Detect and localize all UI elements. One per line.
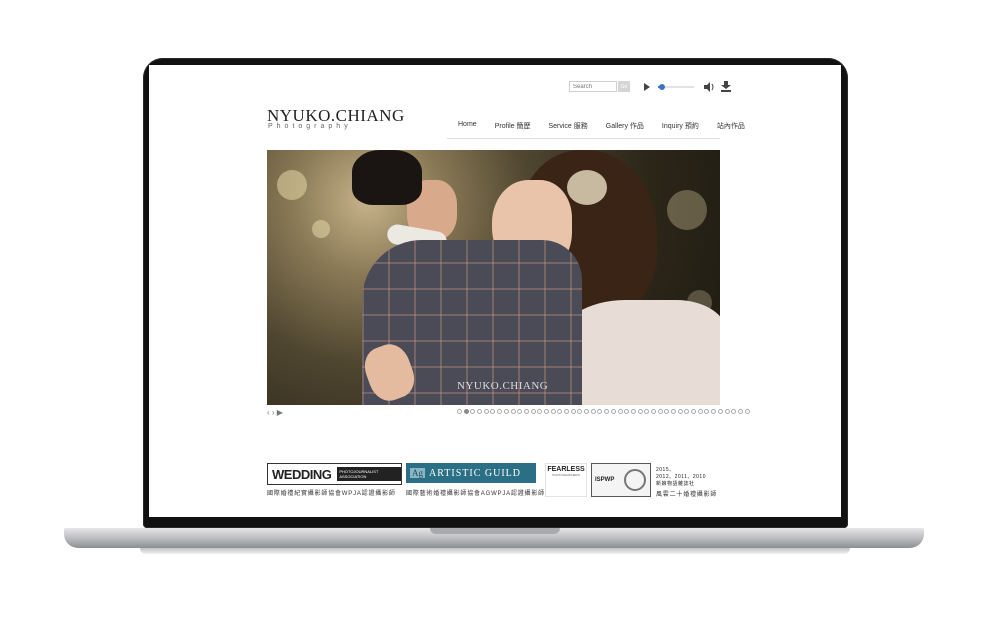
slide-dot[interactable] [624,409,630,414]
bokeh-light [277,170,307,200]
slide-dot[interactable] [704,409,710,414]
screen: Go NYUKO.CHIANG Photography Home Profile… [149,65,841,517]
top-toolbar: Go [569,81,731,92]
slide-dot[interactable] [510,409,516,414]
bokeh-light [312,220,330,238]
slide-dot[interactable] [724,409,730,414]
slide-dot[interactable] [604,409,610,414]
slide-dot[interactable] [610,409,616,414]
main-nav: Home Profile 簡歷 Service 服務 Gallery 作品 In… [449,121,754,131]
laptop-notch [430,528,560,534]
slide-dot[interactable] [644,409,650,414]
fearless-title: FEARLESS [547,466,585,473]
nav-home[interactable]: Home [458,121,477,131]
agwpja-title: ARTISTIC GUILD [429,467,522,479]
fearless-badge[interactable]: FEARLESS PHOTOGRAPHERS [545,463,587,497]
agwpja-caption: 國際藝術婚禮攝影師協會AGWPJA認證攝影師 [406,491,545,497]
slide-dot[interactable] [697,409,703,414]
slide-dot[interactable] [477,409,483,414]
slide-dot[interactable] [590,409,596,414]
slide-dot[interactable] [664,409,670,414]
laptop-foot [140,548,850,554]
volume-icon[interactable] [704,81,715,92]
nav-divider [447,138,720,139]
slide-dot[interactable] [517,409,523,414]
slide-dot[interactable] [543,409,549,414]
slide-dot[interactable] [577,409,583,414]
slide-dot[interactable] [523,409,529,414]
wpja-badge[interactable]: WEDDING PHOTOJOURNALIST ASSOCIATION [267,463,402,485]
nav-site-works[interactable]: 站內作品 [717,121,745,131]
bokeh-light [667,190,707,230]
slide-dot[interactable] [637,409,643,414]
slide-dot[interactable] [557,409,563,414]
audio-progress-bar[interactable] [658,83,694,90]
slide-dot[interactable] [630,409,636,414]
photo-watermark: NYUKO.CHIANG [457,380,549,392]
wpja-caption: 國際婚禮紀實攝影師協會WPJA認證攝影師 [267,491,396,497]
slide-dot[interactable] [503,409,509,414]
slide-dot[interactable] [617,409,623,414]
award-line1: 新娘物語雜誌社 [656,481,695,487]
slide-dot[interactable] [711,409,717,414]
slide-dot[interactable] [463,409,469,414]
slider-controls[interactable]: ‹ › ▶ [267,408,283,417]
hero-slideshow-image[interactable]: NYUKO.CHIANG [267,150,720,405]
wpja-side: PHOTOJOURNALIST ASSOCIATION [337,467,401,481]
photo-man-hair [352,150,422,205]
slide-dot[interactable] [731,409,737,414]
slide-dot[interactable] [564,409,569,414]
slide-dot[interactable] [717,409,723,414]
ispwp-seal-icon [624,469,647,491]
play-icon[interactable] [644,82,650,91]
slide-dot[interactable] [530,409,536,414]
slide-dot[interactable] [691,409,697,414]
audio-progress-knob[interactable] [659,83,666,90]
years-line1: 2015、 [656,467,675,473]
download-icon[interactable] [721,81,731,92]
slide-dot[interactable] [684,409,690,414]
agwpja-ag: Ag [410,468,425,478]
slide-dot[interactable] [470,409,476,414]
slide-dot[interactable] [737,409,743,414]
slide-dot[interactable] [650,409,656,414]
slide-dot[interactable] [570,409,576,414]
slide-dot[interactable] [497,409,503,414]
search-input[interactable] [569,81,617,92]
award-badges: WEDDING PHOTOJOURNALIST ASSOCIATION Ag A… [267,463,720,503]
slide-pager [457,409,750,414]
nav-inquiry[interactable]: Inquiry 預約 [662,121,699,131]
slide-dot[interactable] [490,409,496,414]
slide-dot[interactable] [744,409,750,414]
award-caption: 風雲二十婚禮攝影師 [656,492,718,498]
slide-dot[interactable] [537,409,543,414]
logo-subtitle: Photography [268,123,352,130]
slide-dot[interactable] [671,409,676,414]
agwpja-badge[interactable]: Ag ARTISTIC GUILD [406,463,536,483]
slide-dot[interactable] [483,409,489,414]
search-button[interactable]: Go [618,81,630,92]
photo-hair-ornament [567,170,607,205]
ispwp-badge[interactable]: ISPWP [591,463,651,497]
slide-dot[interactable] [584,409,590,414]
nav-profile[interactable]: Profile 簡歷 [495,121,531,131]
ispwp-title: ISPWP [595,477,615,483]
years-line2: 2012、2011、2010 [656,474,706,480]
nav-gallery[interactable]: Gallery 作品 [606,121,644,131]
slide-dot[interactable] [597,409,603,414]
years-badge: 2015、 2012、2011、2010 新娘物語雜誌社 [656,467,706,488]
fearless-sub: PHOTOGRAPHERS [552,473,580,477]
nav-service[interactable]: Service 服務 [548,121,587,131]
slide-dot[interactable] [677,409,683,414]
slide-dot[interactable] [550,409,556,414]
slide-dot[interactable] [657,409,663,414]
slide-dot[interactable] [457,409,462,414]
wpja-title: WEDDING [272,466,332,482]
